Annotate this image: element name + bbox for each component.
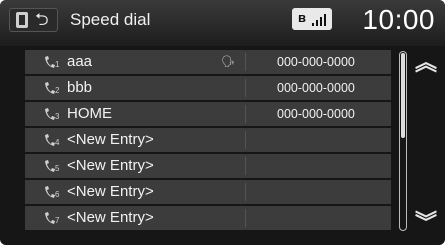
list-item[interactable]: 3 HOME 000-000-0000 <box>25 102 391 126</box>
list-item[interactable]: 4 <New Entry> <box>25 128 391 152</box>
handset-icon <box>45 160 55 172</box>
slot-number: 4 <box>55 138 60 147</box>
handset-icon <box>45 212 55 224</box>
entry-name: bbb <box>67 79 93 96</box>
handset-icon <box>45 108 55 120</box>
entry-name: HOME <box>67 105 112 122</box>
divider <box>245 105 246 123</box>
back-arrow-icon: ⮌ <box>35 10 49 29</box>
entry-number: 000-000-0000 <box>277 107 355 121</box>
divider <box>245 209 246 227</box>
divider <box>245 53 246 71</box>
bluetooth-icon: ʙ <box>298 10 306 25</box>
clock: 10:00 <box>362 4 435 35</box>
divider <box>245 157 246 175</box>
entry-name: <New Entry> <box>67 209 154 226</box>
entry-number: 000-000-0000 <box>277 81 355 95</box>
handset-icon <box>45 186 55 198</box>
entry-name: aaa <box>67 53 93 70</box>
list-item[interactable]: 1 aaa 🗣 000-000-0000 <box>25 50 391 74</box>
handset-icon <box>45 56 55 68</box>
entry-name: <New Entry> <box>67 157 154 174</box>
list-item[interactable]: 5 <New Entry> <box>25 154 391 178</box>
list-item[interactable]: 2 bbb 000-000-0000 <box>25 76 391 100</box>
divider <box>245 79 246 97</box>
entry-name: <New Entry> <box>67 131 154 148</box>
voice-tag-icon: 🗣 <box>221 56 235 68</box>
scroll-down-chevron-icon[interactable]: ︾ <box>413 210 439 236</box>
page-title: Speed dial <box>70 10 151 29</box>
speed-dial-screen: ⮌ Speed dial ʙ 10:00 1 aaa 🗣 000-000-000… <box>0 0 445 245</box>
header-bar: ⮌ Speed dial ʙ 10:00 <box>0 0 445 46</box>
slot-number: 7 <box>55 216 60 225</box>
slot-number: 2 <box>55 86 60 95</box>
divider <box>245 131 246 149</box>
handset-icon <box>45 82 55 94</box>
speed-dial-list: 1 aaa 🗣 000-000-0000 2 bbb 000-000-0000 … <box>25 50 391 232</box>
back-button[interactable]: ⮌ <box>9 8 58 32</box>
status-indicator: ʙ <box>292 8 332 30</box>
phone-icon <box>16 12 28 28</box>
divider <box>245 183 246 201</box>
scroll-up-chevron-icon[interactable]: ︽ <box>413 50 439 76</box>
slot-number: 1 <box>55 60 60 69</box>
entry-number: 000-000-0000 <box>277 55 355 69</box>
signal-strength-icon <box>312 14 326 26</box>
slot-number: 5 <box>55 164 60 173</box>
scrollbar-thumb[interactable] <box>401 53 405 138</box>
list-item[interactable]: 6 <New Entry> <box>25 180 391 204</box>
handset-icon <box>45 134 55 146</box>
entry-name: <New Entry> <box>67 183 154 200</box>
scrollbar[interactable] <box>399 51 407 231</box>
slot-number: 3 <box>55 112 60 121</box>
list-item[interactable]: 7 <New Entry> <box>25 206 391 230</box>
slot-number: 6 <box>55 190 60 199</box>
